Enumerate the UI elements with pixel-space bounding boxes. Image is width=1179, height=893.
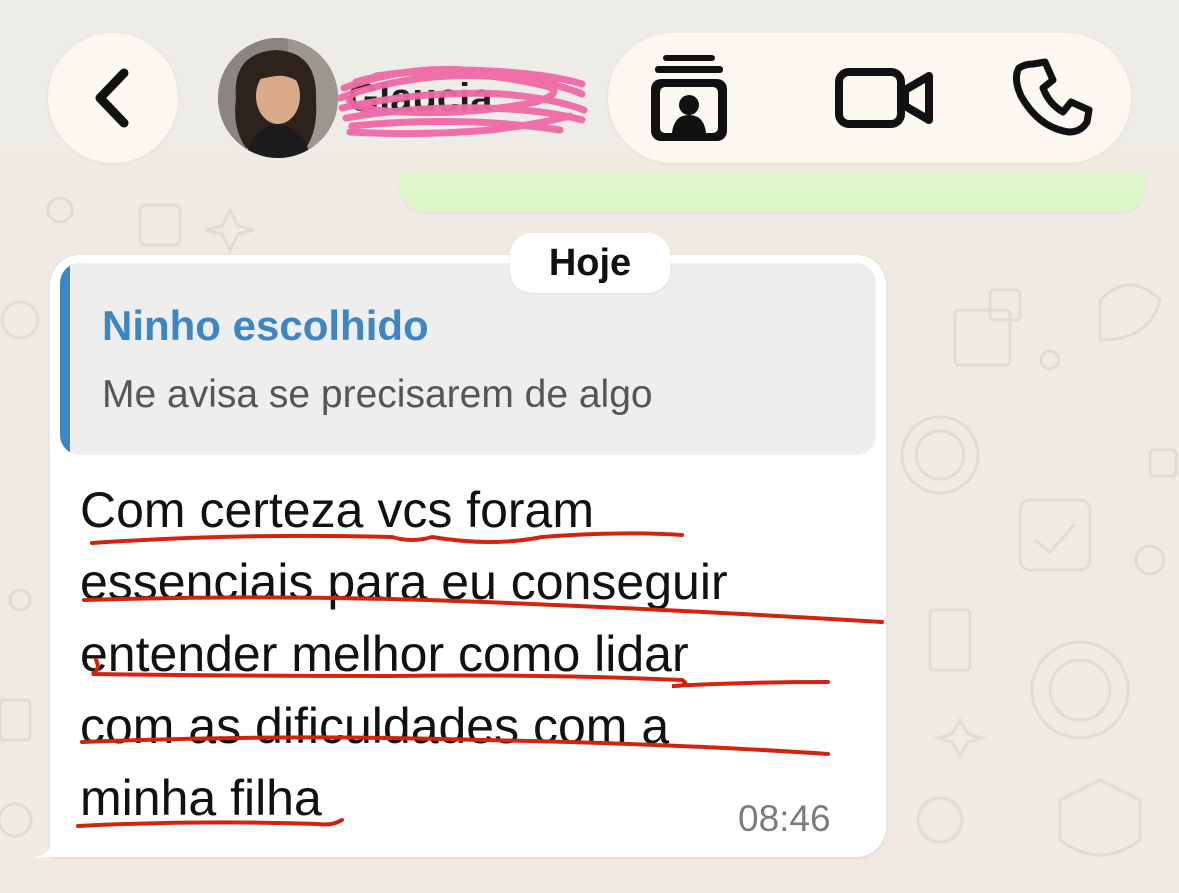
- message-timestamp: 08:46: [738, 798, 831, 839]
- redaction-scribble: [336, 65, 588, 138]
- contact-card-button[interactable]: [624, 33, 754, 163]
- message-line: entender melhor como lidar: [80, 626, 689, 682]
- video-camera-icon: [835, 68, 933, 128]
- voice-call-button[interactable]: [988, 33, 1118, 163]
- call-actions-group: [608, 33, 1131, 163]
- date-separator: Hoje: [510, 233, 670, 293]
- phone-icon: [1013, 58, 1093, 136]
- quoted-message[interactable]: Ninho escolhido Me avisa se precisarem d…: [60, 263, 876, 455]
- chevron-left-icon: [95, 68, 129, 128]
- message-line: Com certeza vcs foram: [80, 482, 595, 538]
- quoted-text: Me avisa se precisarem de algo: [102, 373, 653, 416]
- message-line: essenciais para eu conseguir: [80, 554, 728, 610]
- bubble-tail: [30, 828, 68, 858]
- quoted-author: Ninho escolhido: [102, 302, 429, 349]
- back-button[interactable]: [48, 33, 178, 163]
- avatar[interactable]: [218, 38, 338, 158]
- quote-accent-bar: [60, 263, 70, 455]
- message-text: Com certeza vcs foram essenciais para eu…: [80, 474, 880, 834]
- video-call-button[interactable]: [820, 33, 950, 163]
- message-line: com as dificuldades com a: [80, 698, 670, 754]
- contact-header[interactable]: Glaucia: [218, 38, 588, 160]
- contact-card-icon: [651, 55, 727, 141]
